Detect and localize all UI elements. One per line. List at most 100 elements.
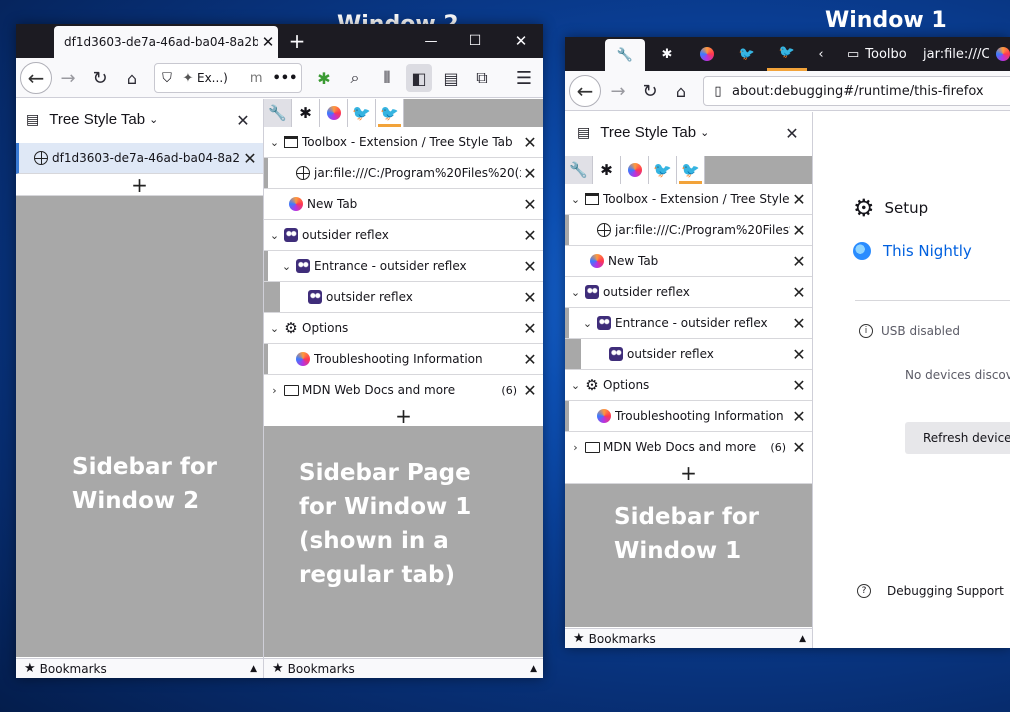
menu-icon[interactable]: ☰ [512, 66, 536, 90]
bookmarks-bar[interactable]: ★ Bookmarks ▲ [264, 658, 543, 678]
close-tab-icon[interactable]: ✕ [521, 195, 539, 214]
close-tab-icon[interactable]: ✕ [521, 319, 539, 338]
puzzle-icon[interactable]: ✱ [292, 99, 320, 127]
tree-row[interactable]: outsider reflex ✕ [264, 282, 543, 313]
twitter-icon[interactable]: 🐦 [727, 37, 767, 71]
find-icon[interactable]: ⌕ [343, 66, 367, 90]
bookmarks-bar[interactable]: ★ Bookmarks ▲ [16, 658, 263, 678]
home-icon[interactable]: ⌂ [669, 79, 693, 103]
close-sidebar-icon[interactable]: ✕ [232, 109, 254, 131]
close-tab-icon[interactable]: ✕ [790, 314, 808, 333]
bookmarks-bar[interactable]: ★ Bookmarks ▲ [565, 628, 812, 648]
twisty-icon[interactable]: ⌄ [268, 229, 281, 242]
tree-row[interactable]: ⌄ ⚙ Options ✕ [565, 370, 812, 401]
firefox-icon[interactable] [687, 37, 727, 71]
close-tab-icon[interactable]: ✕ [521, 257, 539, 276]
scroll-left-icon[interactable]: ‹ [809, 37, 833, 71]
firefox-icon[interactable] [621, 156, 649, 184]
url-bar[interactable]: ⛉ ✦ Ex...) m ••• [154, 63, 302, 93]
firefox-icon[interactable] [320, 99, 348, 127]
tree-row[interactable]: Troubleshooting Information ✕ [264, 344, 543, 375]
close-tab-icon[interactable]: ✕ [790, 345, 808, 364]
tree-row[interactable]: outsider reflex ✕ [565, 339, 812, 370]
close-sidebar-icon[interactable]: ✕ [781, 122, 803, 144]
new-tab-button[interactable]: + [565, 461, 812, 485]
tree-row[interactable]: Troubleshooting Information ✕ [565, 401, 812, 432]
tst-icon[interactable]: ▤ [439, 66, 463, 90]
tree-row[interactable]: › MDN Web Docs and more (6) ✕ [565, 432, 812, 463]
firefox-icon[interactable] [993, 37, 1010, 71]
close-tab-icon[interactable]: ✕ [258, 33, 278, 51]
close-tab-icon[interactable]: ✕ [790, 252, 808, 271]
tree-row[interactable]: ⌄ Entrance - outsider reflex ✕ [565, 308, 812, 339]
tree-row[interactable]: ⌄ outsider reflex ✕ [565, 277, 812, 308]
page-actions-icon[interactable]: ••• [272, 71, 297, 86]
twisty-icon[interactable]: › [569, 441, 582, 454]
container-icon[interactable]: ⧉ [470, 66, 494, 90]
tree-row[interactable]: ⌄ Toolbox - Extension / Tree Style Tal ✕ [565, 184, 812, 215]
setup-item[interactable]: ⚙ Setup [853, 194, 928, 222]
chevron-down-icon[interactable]: ⌄ [700, 126, 709, 139]
tree-row[interactable]: ⌄ Toolbox - Extension / Tree Style Tab ✕ [264, 127, 543, 158]
twisty-icon[interactable]: ⌄ [280, 260, 293, 273]
close-tab-icon[interactable]: ✕ [241, 149, 259, 168]
new-tab-button[interactable]: + [16, 173, 263, 197]
tree-row[interactable]: ⌄ Entrance - outsider reflex ✕ [264, 251, 543, 282]
tree-row[interactable]: New Tab ✕ [264, 189, 543, 220]
close-tab-icon[interactable]: ✕ [521, 350, 539, 369]
tree-row[interactable]: ⌄ outsider reflex ✕ [264, 220, 543, 251]
sidebar-title[interactable]: Tree Style Tab [49, 111, 145, 128]
collapse-icon[interactable]: ▲ [530, 664, 537, 674]
close-tab-icon[interactable]: ✕ [790, 283, 808, 302]
close-tab-icon[interactable]: ✕ [521, 226, 539, 245]
back-button[interactable]: ← [569, 75, 601, 107]
sidebar-tab-row[interactable]: df1d3603-de7a-46ad-ba04-8a2bae ✕ [16, 143, 263, 174]
close-tab-icon[interactable]: ✕ [790, 376, 808, 395]
close-tab-icon[interactable]: ✕ [790, 407, 808, 426]
twitter-icon[interactable]: 🐦 [677, 156, 705, 184]
twisty-icon[interactable]: › [268, 384, 281, 397]
close-tab-icon[interactable]: ✕ [790, 438, 808, 457]
tree-row[interactable]: jar:file:///C:/Program%20Files%2 ✕ [565, 215, 812, 246]
twisty-icon[interactable]: ⌄ [569, 193, 582, 206]
tab-jar[interactable]: jar:file:///C [917, 37, 989, 71]
tree-row[interactable]: ⌄ ⚙ Options ✕ [264, 313, 543, 344]
collapse-icon[interactable]: ▲ [799, 634, 806, 644]
twisty-icon[interactable]: ⌄ [268, 136, 281, 149]
home-icon[interactable]: ⌂ [120, 66, 144, 90]
wrench-icon[interactable]: 🔧 [264, 99, 292, 127]
twitter-icon[interactable]: 🐦 [376, 99, 404, 127]
twisty-icon[interactable]: ⌄ [569, 379, 582, 392]
back-button[interactable]: ← [20, 62, 52, 94]
forward-icon[interactable]: → [606, 79, 630, 103]
close-tab-icon[interactable]: ✕ [521, 381, 539, 400]
reload-icon[interactable]: ↻ [638, 79, 662, 103]
close-tab-icon[interactable]: ✕ [521, 288, 539, 307]
puzzle-icon[interactable]: ✱ [593, 156, 621, 184]
new-tab-button[interactable]: + [264, 404, 543, 428]
twisty-icon[interactable]: ⌄ [268, 322, 281, 335]
reload-icon[interactable]: ↻ [88, 66, 112, 90]
this-nightly-item[interactable]: This Nightly [853, 242, 972, 260]
tree-row[interactable]: jar:file:///C:/Program%20Files%20(x86 ✕ [264, 158, 543, 189]
twisty-icon[interactable]: ⌄ [581, 317, 594, 330]
sidebar-title[interactable]: Tree Style Tab [600, 124, 696, 141]
shield-icon[interactable]: ⛉ [155, 71, 179, 86]
wrench-icon[interactable]: 🔧 [605, 39, 645, 71]
chevron-down-icon[interactable]: ⌄ [149, 113, 158, 126]
close-window-button[interactable]: ✕ [506, 24, 536, 58]
collapse-icon[interactable]: ▲ [250, 664, 257, 674]
tab-toolbox[interactable]: ▭ Toolbo [837, 37, 913, 71]
close-tab-icon[interactable]: ✕ [790, 190, 808, 209]
twitter-icon[interactable]: 🐦 [649, 156, 677, 184]
twisty-icon[interactable]: ⌄ [569, 286, 582, 299]
tree-row[interactable]: New Tab ✕ [565, 246, 812, 277]
close-tab-icon[interactable]: ✕ [521, 133, 539, 152]
maximize-button[interactable]: ☐ [460, 24, 490, 58]
twitter-icon[interactable]: 🐦 [348, 99, 376, 127]
url-bar[interactable]: ▯ about:debugging#/runtime/this-firefox [703, 76, 1010, 106]
tree-row[interactable]: › MDN Web Docs and more (6) ✕ [264, 375, 543, 406]
puzzle-icon[interactable]: ✱ [647, 37, 687, 71]
extension-icon[interactable]: ✱ [312, 66, 336, 90]
twitter-icon[interactable]: 🐦 [767, 37, 807, 71]
